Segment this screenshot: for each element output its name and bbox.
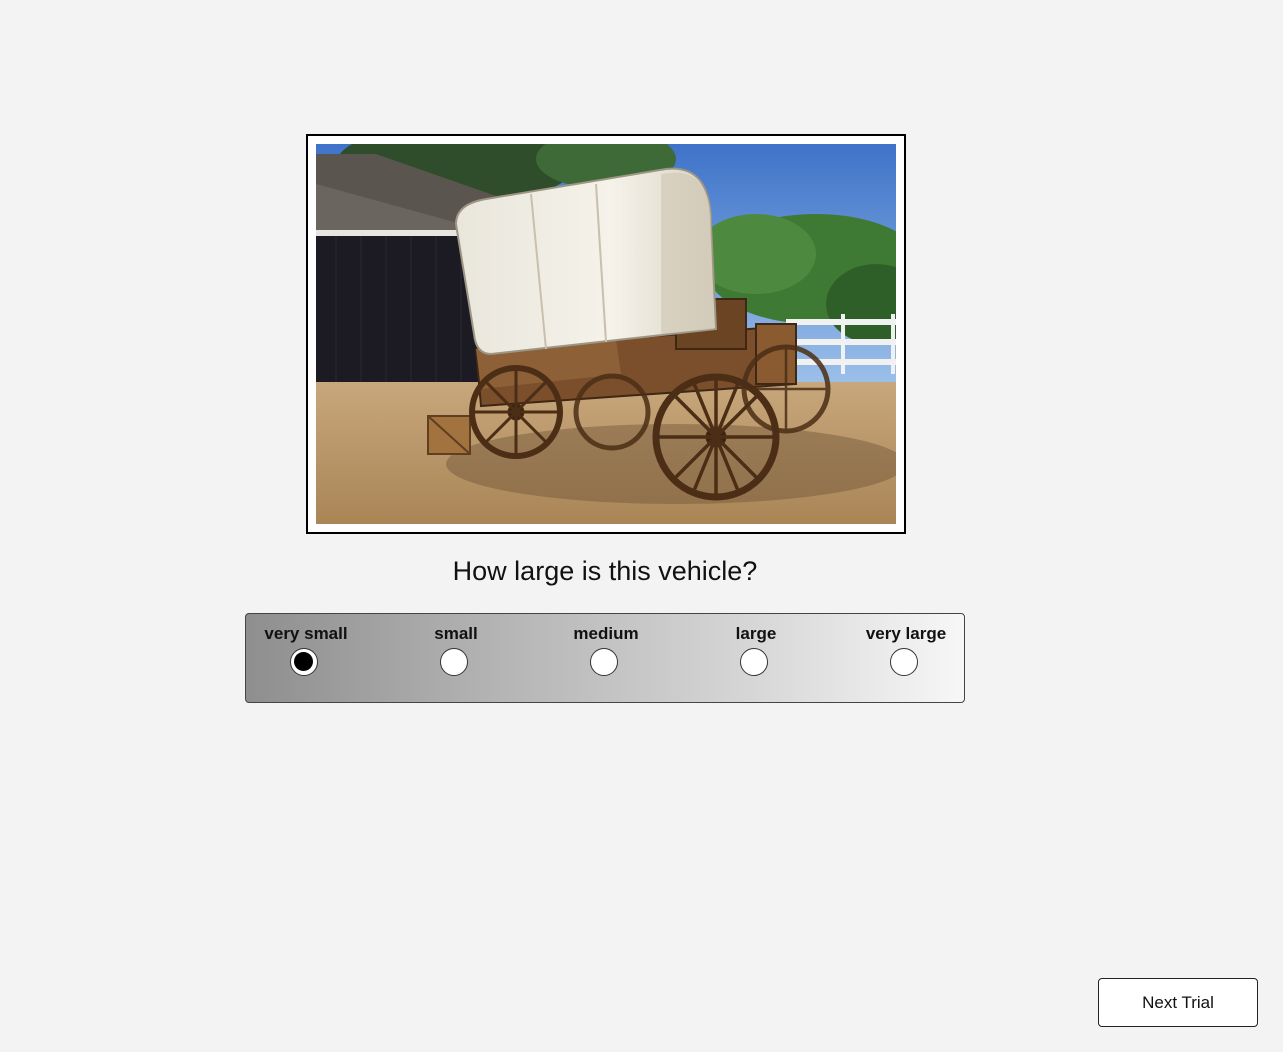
scale-option-medium[interactable]: medium	[531, 614, 681, 702]
scale-option-large[interactable]: large	[681, 614, 831, 702]
radio-button[interactable]	[740, 648, 768, 676]
next-trial-button[interactable]: Next Trial	[1098, 978, 1258, 1027]
radio-button[interactable]	[590, 648, 618, 676]
radio-button[interactable]	[890, 648, 918, 676]
radio-button[interactable]	[440, 648, 468, 676]
scale-option-label: small	[434, 624, 478, 643]
covered-wagon-image	[316, 144, 896, 524]
scale-option-label: very small	[264, 624, 348, 643]
size-rating-scale: very small small medium large very large	[245, 613, 965, 703]
scale-option-small[interactable]: small	[381, 614, 531, 702]
stimulus-image-frame	[306, 134, 906, 534]
scale-option-label: very large	[865, 624, 947, 643]
question-text: How large is this vehicle?	[452, 556, 758, 586]
scale-option-label: medium	[573, 624, 639, 643]
scale-option-very-small[interactable]: very small	[231, 614, 381, 702]
radio-button[interactable]	[290, 648, 318, 676]
scale-option-very-large[interactable]: very large	[831, 614, 981, 702]
scale-option-label: large	[735, 624, 777, 643]
